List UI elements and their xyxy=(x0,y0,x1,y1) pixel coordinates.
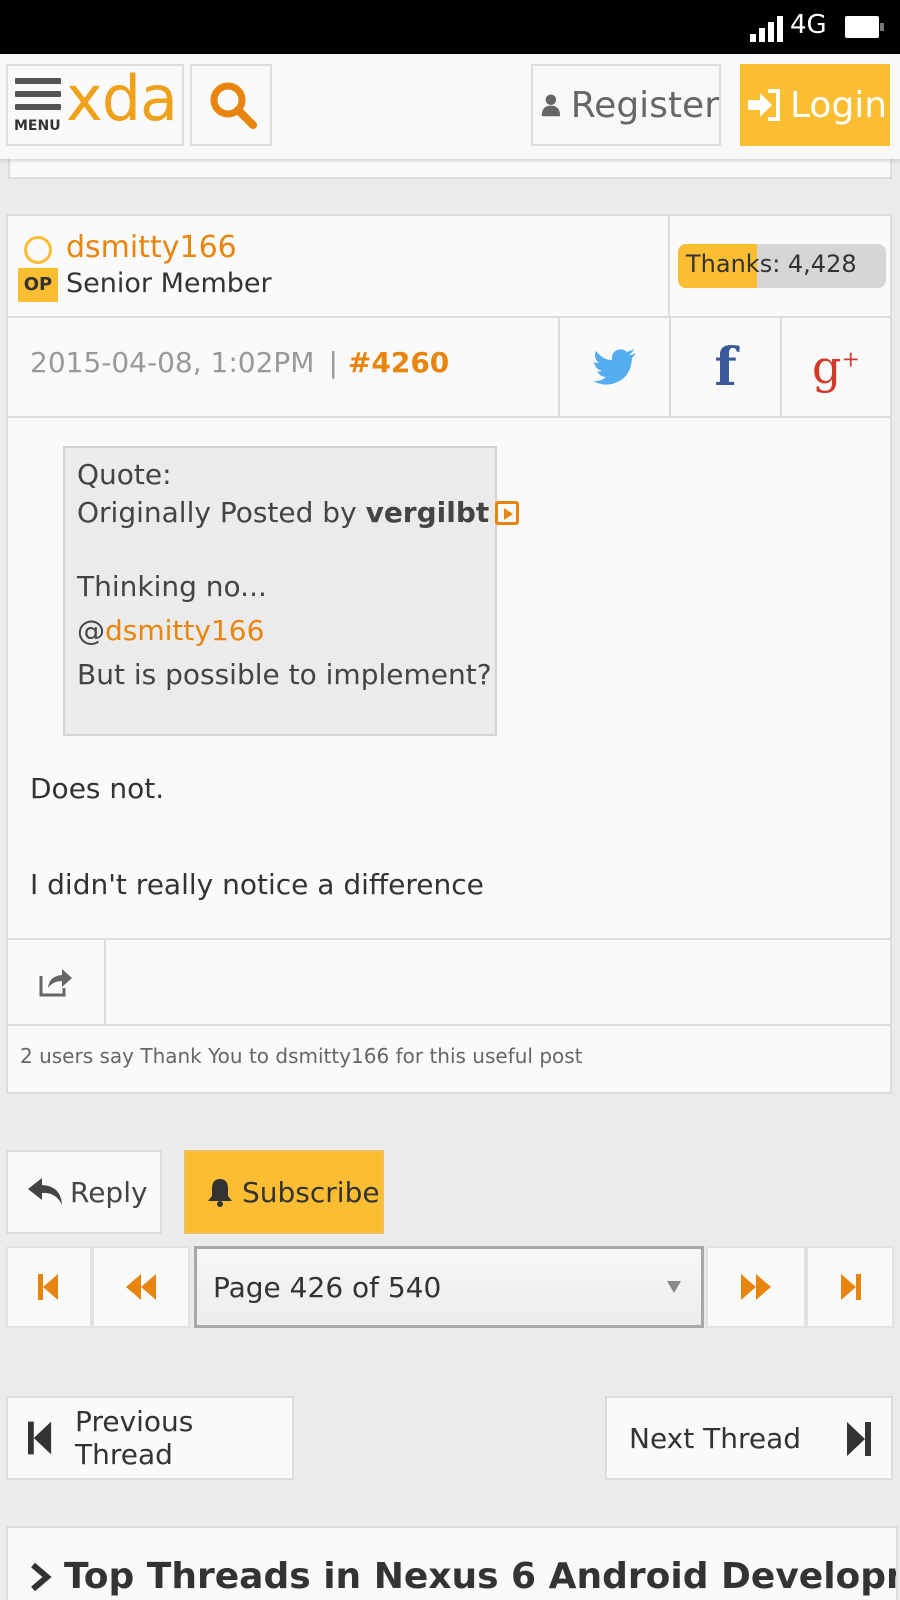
previous-post-edge xyxy=(8,159,892,179)
share-facebook-button[interactable]: f xyxy=(671,318,782,416)
author-info: dsmitty166 OP Senior Member xyxy=(8,216,670,316)
post-actions xyxy=(8,938,890,1026)
mention-at: @ xyxy=(77,614,105,647)
post-author-row: dsmitty166 OP Senior Member Thanks: 4,42… xyxy=(8,216,890,318)
quote-text-line: But is possible to implement? xyxy=(77,658,492,691)
pagination: Page 426 of 540 xyxy=(6,1246,894,1328)
mention-user-link[interactable]: dsmitty166 xyxy=(105,614,264,647)
quote-attribution: Originally Posted by vergilbt xyxy=(77,494,520,532)
site-header: MENU xda Register Login xyxy=(0,54,900,159)
previous-page-button[interactable] xyxy=(92,1246,190,1328)
reply-button[interactable]: Reply xyxy=(6,1150,162,1234)
last-page-icon xyxy=(841,1274,861,1300)
battery-icon xyxy=(845,16,884,38)
last-page-button[interactable] xyxy=(806,1246,894,1328)
first-page-button[interactable] xyxy=(6,1246,92,1328)
facebook-icon: f xyxy=(714,336,737,398)
chevron-right-icon xyxy=(31,1562,52,1592)
subscribe-button[interactable]: Subscribe xyxy=(184,1150,384,1234)
signal-strength-icon xyxy=(750,16,784,42)
thanks-note: 2 users say Thank You to dsmitty166 for … xyxy=(20,1044,583,1068)
online-status-icon xyxy=(24,236,52,264)
xda-logo[interactable]: xda xyxy=(66,62,178,135)
post-body-line: I didn't really notice a difference xyxy=(30,868,484,901)
next-thread-button[interactable]: Next Thread xyxy=(605,1396,893,1480)
search-icon xyxy=(210,82,257,129)
user-icon xyxy=(541,94,561,117)
reply-label: Reply xyxy=(70,1175,148,1209)
login-button[interactable]: Login xyxy=(740,64,890,146)
share-post-button[interactable] xyxy=(8,940,106,1024)
twitter-icon xyxy=(592,349,636,385)
menu-label: MENU xyxy=(14,118,61,134)
next-page-button[interactable] xyxy=(706,1246,806,1328)
member-title: Senior Member xyxy=(66,268,272,299)
op-badge: OP xyxy=(18,268,58,302)
quote-author: vergilbt xyxy=(365,496,490,529)
quote-block: Quote: Originally Posted by vergilbt Thi… xyxy=(63,446,520,736)
step-backward-icon xyxy=(28,1421,52,1455)
next-thread-label: Next Thread xyxy=(629,1421,802,1455)
register-button[interactable]: Register xyxy=(531,64,721,146)
page-select-value: Page 426 of 540 xyxy=(213,1270,442,1304)
top-threads-title: Top Threads in Nexus 6 Android Developme… xyxy=(64,1556,896,1597)
quote-text-line: Thinking no... xyxy=(77,570,267,603)
subscribe-label: Subscribe xyxy=(242,1175,380,1209)
bell-icon xyxy=(208,1179,232,1207)
view-post-icon[interactable] xyxy=(495,501,520,525)
status-bar: 4G xyxy=(0,0,900,54)
hamburger-icon xyxy=(15,78,61,114)
quote-heading: Quote: xyxy=(77,458,172,491)
post-meta-row: 2015-04-08, 1:02PM | #4260 f g+ xyxy=(8,318,890,418)
register-label: Register xyxy=(570,84,719,126)
post-card: dsmitty166 OP Senior Member Thanks: 4,42… xyxy=(6,214,892,1094)
share-twitter-button[interactable] xyxy=(560,318,671,416)
previous-thread-label: Previous Thread xyxy=(75,1405,194,1471)
thanks-meter: Thanks: 4,428 xyxy=(678,244,886,288)
share-icon xyxy=(39,969,72,997)
first-page-icon xyxy=(38,1274,58,1300)
meta-separator: | xyxy=(328,346,338,379)
reply-icon xyxy=(28,1178,62,1205)
login-label: Login xyxy=(790,84,888,126)
quote-mention: @dsmitty166 xyxy=(77,612,483,650)
googleplus-icon: g+ xyxy=(812,340,860,394)
network-type: 4G xyxy=(790,10,827,40)
post-body-line: Does not. xyxy=(30,772,165,805)
menu-button[interactable]: MENU xda xyxy=(6,62,184,146)
post-date: 2015-04-08, 1:02PM xyxy=(30,346,315,379)
fast-forward-icon xyxy=(741,1274,771,1300)
thanks-count: Thanks: 4,428 xyxy=(686,250,857,278)
post-date-cell: 2015-04-08, 1:02PM | #4260 xyxy=(8,318,560,416)
author-username[interactable]: dsmitty166 xyxy=(66,230,237,265)
quote-originally-posted-by: Originally Posted by xyxy=(77,496,357,529)
caret-down-icon xyxy=(667,1281,681,1293)
page-select[interactable]: Page 426 of 540 xyxy=(194,1246,704,1328)
sign-in-icon xyxy=(748,89,780,121)
step-forward-icon xyxy=(847,1422,871,1456)
top-threads-section: Top Threads in Nexus 6 Android Developme… xyxy=(6,1526,898,1600)
rewind-icon xyxy=(126,1274,156,1300)
post-number-link[interactable]: #4260 xyxy=(348,346,449,379)
previous-thread-button[interactable]: Previous Thread xyxy=(6,1396,294,1480)
search-button[interactable] xyxy=(190,64,272,146)
share-googleplus-button[interactable]: g+ xyxy=(782,318,890,416)
